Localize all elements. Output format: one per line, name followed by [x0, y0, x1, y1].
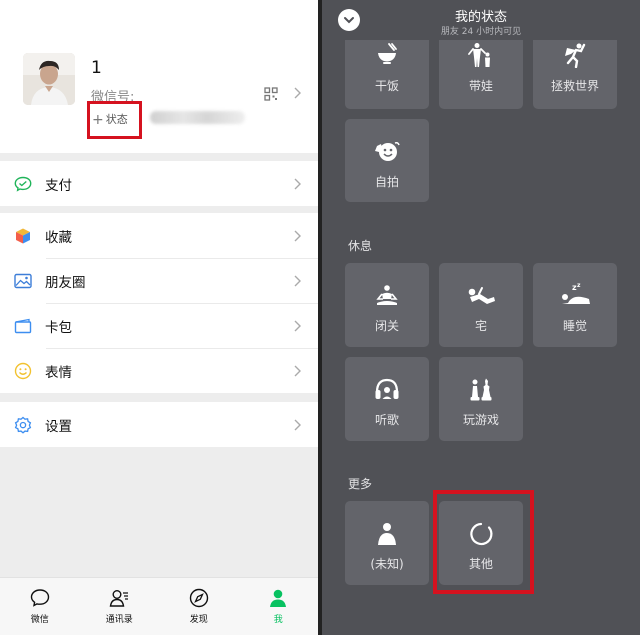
- menu-group-main: 收藏 朋友圈 卡包 表情: [0, 213, 318, 393]
- status-tile-music[interactable]: 听歌: [345, 357, 429, 441]
- me-page: 1 微信号: + 状态 支付 收藏 朋友圈 卡包 表情 设置 微信 通讯录 发现…: [0, 0, 318, 635]
- status-tile-label: 自拍: [374, 175, 399, 189]
- status-tile-label: 睡觉: [562, 319, 587, 333]
- person-icon: [345, 522, 429, 546]
- highlight-box-status: [87, 101, 142, 139]
- chevron-right-icon: [294, 178, 301, 189]
- menu-group-pay: 支付: [0, 161, 318, 206]
- status-tile-label: 闭关: [374, 319, 399, 333]
- chevron-right-icon: [294, 419, 301, 430]
- lounging-icon: [439, 285, 523, 307]
- status-tile-label: 听歌: [374, 413, 399, 427]
- menu-item-label: 支付: [45, 177, 72, 194]
- tab-chats[interactable]: 微信: [0, 578, 80, 635]
- avatar[interactable]: [23, 53, 75, 105]
- status-tile-unknown[interactable]: (未知): [345, 501, 429, 585]
- me-icon: [270, 589, 287, 607]
- status-panel-header: 我的状态 朋友 24 小时内可见: [322, 0, 640, 40]
- menu-item-label: 卡包: [45, 319, 72, 336]
- tab-contacts[interactable]: 通讯录: [80, 578, 160, 635]
- selfie-icon: [345, 140, 429, 164]
- menu-group-settings: 设置: [0, 402, 318, 447]
- status-tile-label: (未知): [370, 557, 404, 571]
- bottom-tab-bar: 微信 通讯录 发现 我: [0, 577, 318, 635]
- superhero-icon: [533, 42, 617, 68]
- highlight-box-other: [433, 490, 534, 594]
- rice-bowl-icon: [345, 42, 429, 66]
- chevron-right-icon: [294, 275, 301, 286]
- contacts-icon: [109, 590, 129, 607]
- svg-text:z: z: [577, 282, 581, 289]
- meditate-icon: [345, 284, 429, 308]
- settings-icon: [13, 415, 32, 434]
- section-label-rest: 休息: [348, 239, 373, 253]
- menu-item-label: 设置: [45, 418, 72, 435]
- parent-child-icon: [439, 42, 523, 68]
- menu-item-label: 收藏: [45, 229, 72, 246]
- page-subtitle: 朋友 24 小时内可见: [440, 27, 522, 37]
- status-tile-label: 宅: [474, 319, 487, 333]
- sticker-icon: [13, 361, 32, 380]
- status-tile-label: 带娃: [468, 79, 493, 93]
- headphones-icon: [345, 377, 429, 403]
- game-pieces-icon: [439, 377, 523, 403]
- redacted-status-text: [150, 111, 245, 124]
- menu-item-settings[interactable]: 设置: [0, 402, 318, 447]
- nickname: 1: [91, 58, 102, 78]
- status-tile-homebody[interactable]: 宅: [439, 263, 523, 347]
- discover-icon: [189, 588, 208, 608]
- status-tile-selfie[interactable]: 自拍: [345, 119, 429, 202]
- menu-item-card-wallet[interactable]: 卡包: [0, 303, 318, 348]
- moments-icon: [13, 271, 32, 290]
- sleep-icon: zz: [533, 281, 617, 307]
- status-tile-label: 干饭: [374, 79, 399, 93]
- status-tile-gaming[interactable]: 玩游戏: [439, 357, 523, 441]
- pay-icon: [13, 174, 32, 193]
- section-label-more: 更多: [348, 477, 373, 491]
- tab-me[interactable]: 我: [239, 578, 319, 635]
- status-tile-retreat[interactable]: 闭关: [345, 263, 429, 347]
- tab-label: 发现: [189, 615, 208, 625]
- card-wallet-icon: [13, 316, 32, 335]
- page-title: 我的状态: [454, 10, 507, 25]
- status-tile-label: 玩游戏: [462, 413, 499, 427]
- status-tile-sleeping[interactable]: zz 睡觉: [533, 263, 617, 347]
- menu-item-label: 表情: [45, 364, 72, 381]
- profile-card[interactable]: 1 微信号: + 状态: [0, 0, 318, 153]
- menu-item-stickers[interactable]: 表情: [0, 348, 318, 393]
- chevron-right-icon: [294, 87, 301, 99]
- my-status-panel: 干饭 带娃 拯救世界 自拍 休息 闭关 宅 zz 睡觉 听歌 玩游戏 更多 (未…: [322, 0, 640, 635]
- chat-icon: [30, 589, 49, 607]
- chevron-right-icon: [294, 320, 301, 331]
- chevron-right-icon: [294, 230, 301, 241]
- tab-label: 我: [273, 615, 283, 625]
- menu-item-favorites[interactable]: 收藏: [0, 213, 318, 258]
- favorites-icon: [13, 226, 32, 245]
- tab-label: 微信: [30, 615, 49, 625]
- menu-item-pay[interactable]: 支付: [0, 161, 318, 206]
- tab-label: 通讯录: [105, 615, 133, 625]
- chevron-right-icon: [294, 365, 301, 376]
- status-tile-label: 拯救世界: [550, 79, 599, 93]
- menu-item-moments[interactable]: 朋友圈: [0, 258, 318, 303]
- qr-code-icon[interactable]: [264, 87, 278, 101]
- tab-discover[interactable]: 发现: [159, 578, 239, 635]
- menu-item-label: 朋友圈: [45, 274, 86, 291]
